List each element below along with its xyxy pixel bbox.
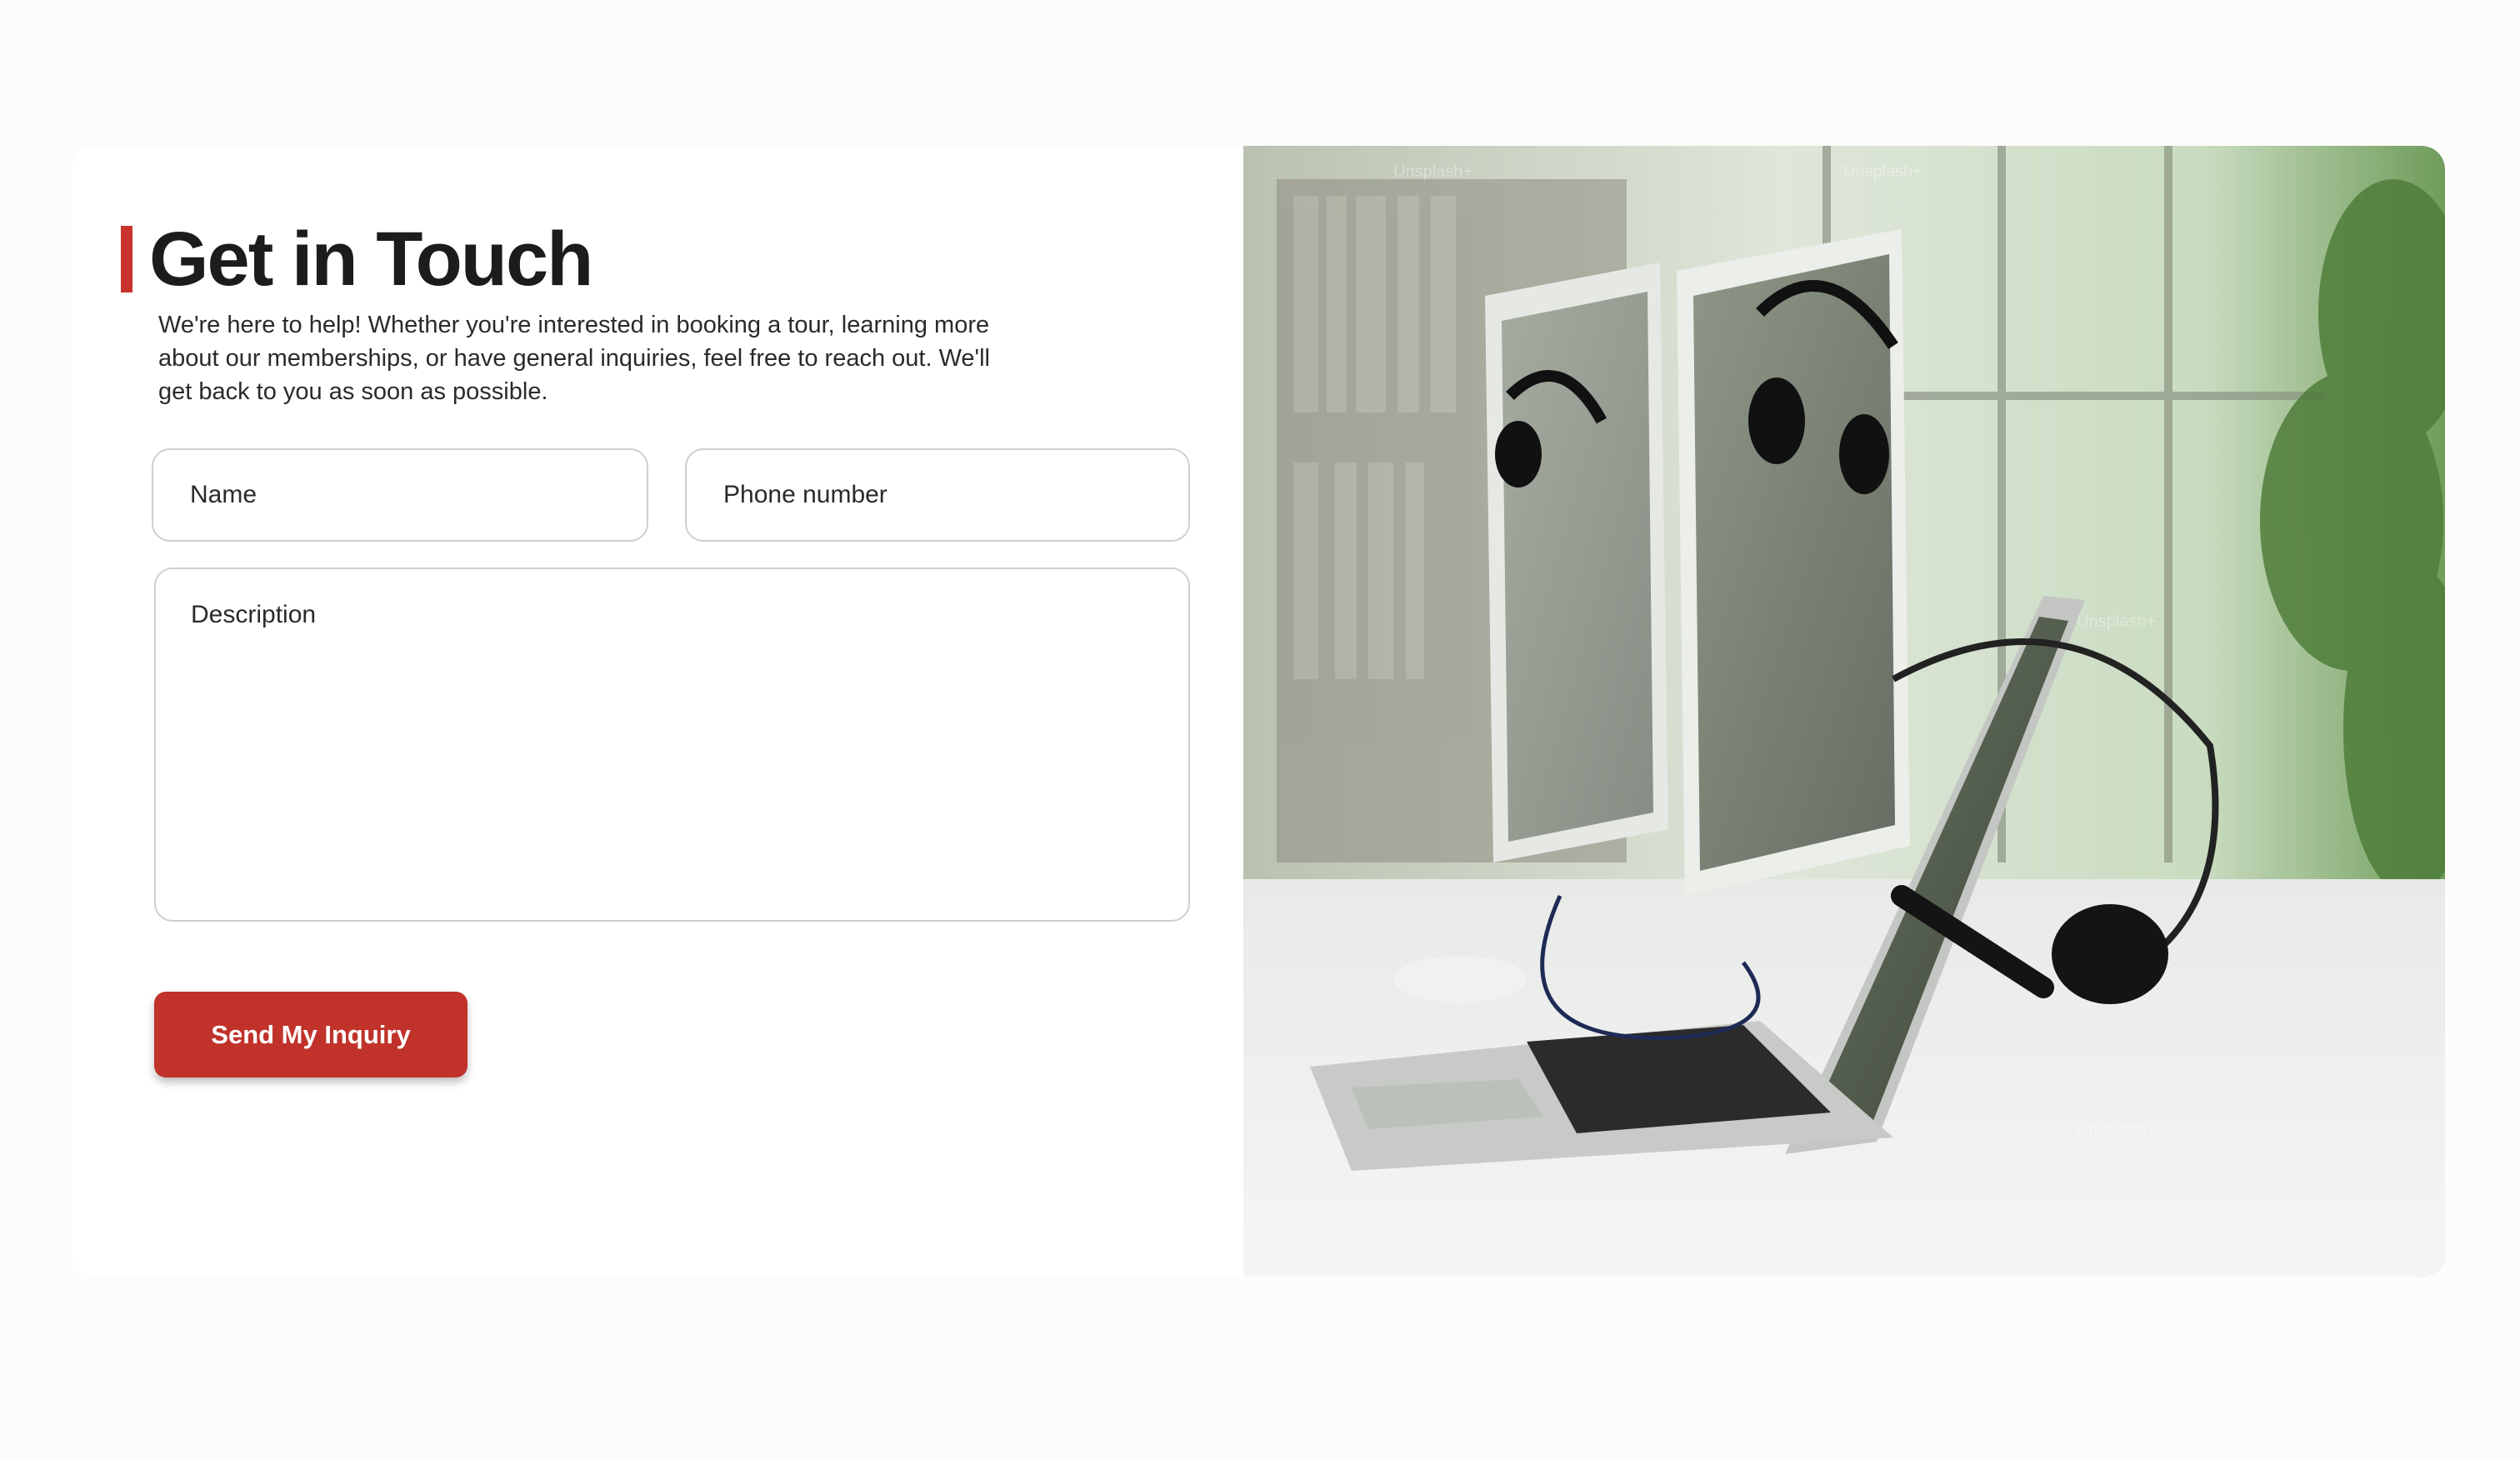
description-textarea[interactable] — [154, 568, 1190, 922]
watermark-text: Unsplash+ — [1843, 162, 1923, 181]
watermark-text: Unsplash+ — [1393, 162, 1473, 181]
title-accent-bar — [121, 226, 132, 292]
watermark-text: Unsplash+ — [2077, 612, 2157, 631]
name-input[interactable] — [152, 448, 648, 542]
office-photo: Unsplash+ Unsplash+ Unsplash+ Unsplash+ — [1243, 146, 2445, 1277]
contact-form-panel: Get in Touch We're here to help! Whether… — [72, 146, 1243, 1277]
office-photo-illustration — [1243, 146, 2445, 1277]
intro-text: We're here to help! Whether you're inter… — [158, 312, 990, 405]
phone-input[interactable] — [685, 448, 1190, 542]
page-title: Get in Touch — [149, 217, 593, 302]
watermark-text: Unsplash+ — [2077, 1121, 2157, 1139]
send-inquiry-button[interactable]: Send My Inquiry — [154, 992, 468, 1078]
title-row: Get in Touch — [121, 217, 593, 302]
contact-card: Get in Touch We're here to help! Whether… — [72, 146, 2445, 1277]
